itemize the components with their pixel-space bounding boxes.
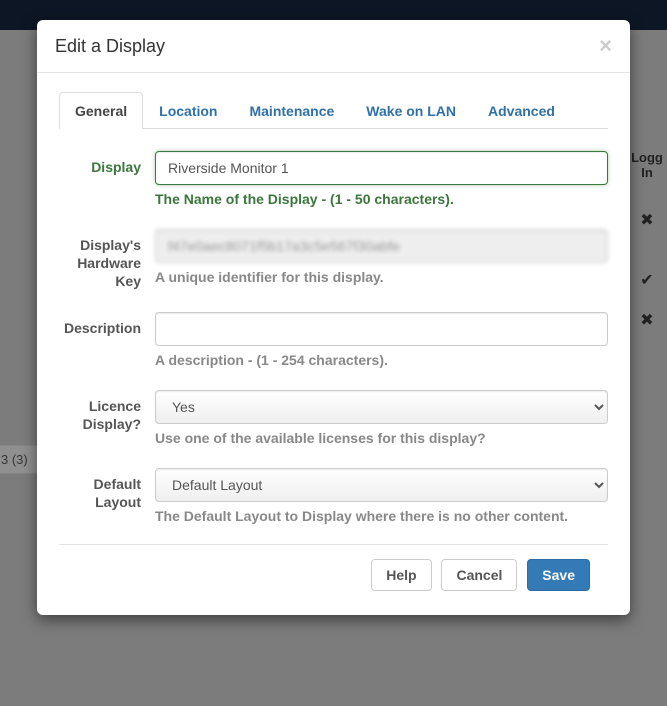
label-licence: Licence Display? xyxy=(59,390,155,433)
tabs: General Location Maintenance Wake on LAN… xyxy=(59,91,608,129)
help-licence: Use one of the available licenses for th… xyxy=(155,430,608,446)
tab-wake-on-lan[interactable]: Wake on LAN xyxy=(350,92,472,129)
tab-general[interactable]: General xyxy=(59,92,143,129)
help-button[interactable]: Help xyxy=(371,559,431,591)
display-name-input[interactable] xyxy=(155,151,608,185)
label-display: Display xyxy=(59,151,155,176)
cancel-button[interactable]: Cancel xyxy=(441,559,517,591)
row-default-layout: Default Layout Default Layout The Defaul… xyxy=(59,468,608,524)
modal-header: Edit a Display × xyxy=(37,20,630,73)
tab-location[interactable]: Location xyxy=(143,92,233,129)
help-hwkey: A unique identifier for this display. xyxy=(155,269,608,285)
help-description: A description - (1 - 254 characters). xyxy=(155,352,608,368)
row-hwkey: Display's Hardware Key A unique identifi… xyxy=(59,229,608,290)
modal-title: Edit a Display xyxy=(55,36,165,57)
save-button[interactable]: Save xyxy=(527,559,590,591)
help-display: The Name of the Display - (1 - 50 charac… xyxy=(155,191,608,207)
label-description: Description xyxy=(59,312,155,337)
default-layout-select[interactable]: Default Layout xyxy=(155,468,608,502)
tab-maintenance[interactable]: Maintenance xyxy=(233,92,350,129)
row-display: Display The Name of the Display - (1 - 5… xyxy=(59,151,608,207)
modal-footer: Help Cancel Save xyxy=(59,544,608,605)
edit-display-modal: Edit a Display × General Location Mainte… xyxy=(37,20,630,615)
label-hwkey: Display's Hardware Key xyxy=(59,229,155,290)
description-input[interactable] xyxy=(155,312,608,346)
label-default-layout: Default Layout xyxy=(59,468,155,511)
tab-advanced[interactable]: Advanced xyxy=(472,92,571,129)
hardware-key-input xyxy=(155,229,608,263)
row-licence: Licence Display? Yes Use one of the avai… xyxy=(59,390,608,446)
help-default-layout: The Default Layout to Display where ther… xyxy=(155,508,608,524)
close-button[interactable]: × xyxy=(599,35,612,57)
row-description: Description A description - (1 - 254 cha… xyxy=(59,312,608,368)
licence-select[interactable]: Yes xyxy=(155,390,608,424)
